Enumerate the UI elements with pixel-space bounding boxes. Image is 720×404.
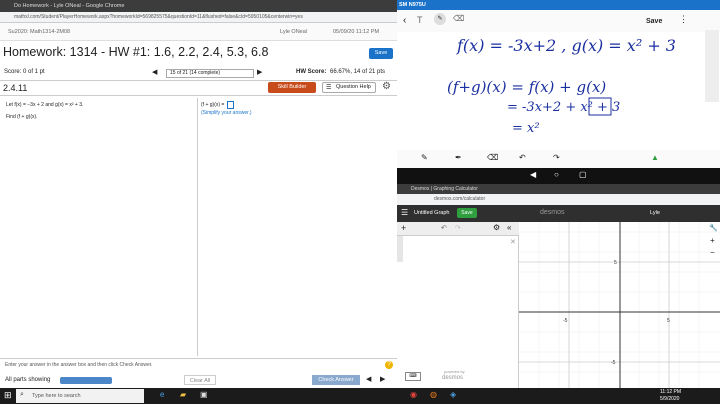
collapse-icon[interactable]: « bbox=[507, 223, 511, 232]
handwriting-line-2: (f+g)(x) = f(x) + g(x) bbox=[447, 78, 606, 96]
windows-start-icon[interactable]: ⊞ bbox=[4, 390, 12, 401]
save-button[interactable]: Save bbox=[369, 48, 393, 59]
firefox-icon[interactable]: ◍ bbox=[430, 390, 437, 399]
x-label-neg: -5 bbox=[563, 318, 568, 324]
desmos-window: ◀ ○ ▢ Desmos | Graphing Calculator desmo… bbox=[397, 168, 720, 388]
undo-icon[interactable]: ↶ bbox=[519, 153, 526, 162]
answer-hint: (Simplify your answer.) bbox=[201, 110, 252, 116]
parts-showing: All parts showing bbox=[5, 377, 51, 383]
check-answer-button[interactable]: Check Answer bbox=[312, 375, 360, 385]
pen-icon[interactable]: ✒ bbox=[455, 153, 462, 162]
nav-back-icon[interactable]: ◀ bbox=[530, 170, 536, 179]
search-input[interactable]: Type here to search bbox=[16, 389, 144, 403]
page-title: Homework: 1314 - HW #1: 1.6, 2.2, 2.4, 5… bbox=[3, 45, 269, 59]
handwriting-line-1: f(x) = -3x+2 , g(x) = x² + 3 bbox=[456, 36, 676, 55]
y-label-pos: 5 bbox=[614, 260, 617, 266]
prev-question-icon[interactable]: ◀ bbox=[152, 68, 157, 76]
expression-toolbar: + ↶ ↷ ⚙ « bbox=[397, 222, 519, 236]
graph-paper[interactable]: -5 5 5 -5 🔧 + − bbox=[519, 222, 720, 388]
folder-icon[interactable]: ▰ bbox=[180, 390, 186, 399]
app-icon[interactable]: ◈ bbox=[450, 390, 456, 399]
question-select[interactable]: 15 of 21 (14 complete) bbox=[166, 69, 254, 78]
course-name: Su2020: Math1314-2M08 bbox=[8, 29, 71, 35]
delete-expression-icon[interactable]: ✕ bbox=[510, 238, 516, 246]
note-app: SM N975U ‹ T ✎ ⌫ Save ⋮ f(x) = -3x+2 , g… bbox=[397, 0, 720, 168]
phone-nav-bar: ◀ ○ ▢ bbox=[397, 168, 720, 184]
list-icon: ☰ bbox=[326, 85, 332, 91]
question-id: 2.4.11 bbox=[3, 83, 28, 93]
x-label-pos: 5 bbox=[667, 318, 670, 324]
handwriting-line-3: = -3x+2 + x² + 3 bbox=[507, 100, 620, 115]
next-arrow-icon[interactable]: ▶ bbox=[380, 375, 385, 383]
window-title: Do Homework - Lyle ONeal - Google Chrome bbox=[0, 0, 397, 12]
menu-icon[interactable]: ☰ bbox=[401, 208, 408, 217]
prev-arrow-icon[interactable]: ◀ bbox=[366, 375, 371, 383]
handwriting-line-4: = x² bbox=[512, 121, 540, 136]
desmos-header: ☰ Untitled Graph desmos Lyle bbox=[397, 205, 720, 222]
homework-window: Do Homework - Lyle ONeal - Google Chrome… bbox=[0, 0, 397, 388]
problem-question: Find (f + g)(x). bbox=[6, 114, 38, 120]
search-icon: ⌕ bbox=[20, 391, 24, 398]
chrome-icon[interactable]: ◉ bbox=[410, 390, 417, 399]
question-help-label: Question Help bbox=[336, 84, 371, 90]
answer-prefix: (f + g)(x) = bbox=[201, 102, 225, 108]
eraser-tool-icon[interactable]: ⌫ bbox=[487, 153, 498, 162]
skill-builder-button[interactable]: Skill Builder bbox=[268, 82, 316, 93]
answer-input[interactable] bbox=[227, 101, 234, 109]
score: Score: 0 of 1 pt bbox=[4, 69, 45, 75]
desmos-address-bar[interactable]: desmos.com/calculator bbox=[397, 194, 720, 205]
help-icon[interactable]: ? bbox=[385, 361, 393, 369]
hw-score-label: HW Score: bbox=[296, 69, 327, 75]
brush-icon[interactable]: ✎ bbox=[421, 153, 428, 162]
settings-icon[interactable]: ⚙ bbox=[493, 223, 500, 232]
nav-home-icon[interactable]: ○ bbox=[554, 170, 559, 179]
bottom-bar: Enter your answer in the answer box and … bbox=[0, 358, 397, 388]
instruction-text: Enter your answer in the answer box and … bbox=[5, 362, 153, 368]
draw-toolbar: ✎ ✒ ⌫ ↶ ↷ ▲ bbox=[397, 150, 720, 168]
zoom-in-icon[interactable]: + bbox=[710, 236, 715, 245]
question-help-button[interactable]: ☰ Question Help bbox=[322, 82, 376, 93]
graph-grid: -5 5 5 -5 bbox=[519, 222, 720, 388]
next-question-icon[interactable]: ▶ bbox=[257, 68, 262, 76]
store-icon[interactable]: ▣ bbox=[200, 390, 208, 399]
add-expression-icon[interactable]: + bbox=[401, 223, 406, 233]
y-label-neg: -5 bbox=[611, 360, 616, 366]
clock-time: 11:12 PM bbox=[660, 389, 682, 395]
redo-icon[interactable]: ↷ bbox=[553, 153, 560, 162]
browser-tab[interactable]: Desmos | Graphing Calculator bbox=[397, 184, 720, 194]
datetime: 05/09/20 11:12 PM bbox=[333, 29, 380, 35]
desmos-save-button[interactable]: Save bbox=[457, 208, 477, 218]
gear-icon[interactable]: ⚙ bbox=[382, 81, 391, 92]
keyboard-icon[interactable]: ⌨ bbox=[405, 372, 421, 381]
edge-icon[interactable]: e bbox=[160, 390, 164, 399]
nav-recents-icon[interactable]: ▢ bbox=[579, 170, 587, 179]
progress-bar bbox=[60, 377, 112, 384]
powered-brand: desmos bbox=[442, 375, 464, 381]
pane-divider bbox=[197, 98, 198, 356]
redo-icon[interactable]: ↷ bbox=[455, 224, 461, 232]
user-name[interactable]: Lyle ONeal bbox=[280, 29, 307, 35]
handwritten-math: f(x) = -3x+2 , g(x) = x² + 3 (f+g)(x) = … bbox=[447, 36, 676, 136]
address-bar[interactable]: mathxl.com/Student/PlayerHomework.aspx?h… bbox=[0, 12, 397, 23]
expression-list[interactable]: ✕ ⌨ powered by desmos bbox=[397, 236, 519, 388]
graph-settings-icon[interactable]: 🔧 bbox=[709, 224, 718, 232]
score-row: Score: 0 of 1 pt ◀ 15 of 21 (14 complete… bbox=[0, 65, 397, 79]
highlighter-icon[interactable]: ▲ bbox=[651, 153, 659, 162]
powered-by: powered by bbox=[444, 369, 465, 374]
expression-gutter bbox=[397, 236, 403, 262]
graph-title[interactable]: Untitled Graph bbox=[414, 210, 449, 216]
desmos-brand: desmos bbox=[540, 209, 565, 216]
side-panel bbox=[705, 30, 719, 102]
problem-statement: Let f(x) = −3x + 2 and g(x) = x² + 3. bbox=[6, 102, 84, 108]
hw-score-value: 66.67%, 14 of 21 pts bbox=[330, 69, 386, 75]
course-bar: Su2020: Math1314-2M08 Lyle ONeal 05/09/2… bbox=[0, 23, 397, 41]
zoom-out-icon[interactable]: − bbox=[710, 248, 715, 257]
undo-icon[interactable]: ↶ bbox=[441, 224, 447, 232]
clear-all-button[interactable]: Clear All bbox=[184, 375, 216, 385]
clock-date: 5/9/2020 bbox=[660, 396, 680, 402]
desmos-user[interactable]: Lyle bbox=[650, 210, 660, 216]
